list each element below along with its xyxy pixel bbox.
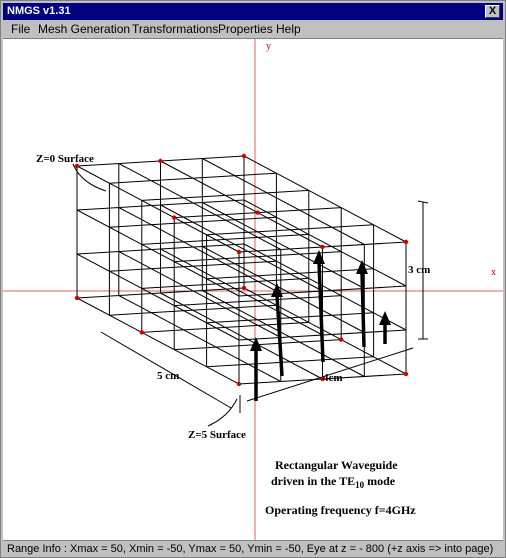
z0-leader-line [72, 163, 107, 192]
mesh-node [74, 295, 80, 301]
mesh-node [172, 215, 177, 220]
caption-line-2: driven in the TE10 mode [271, 474, 396, 490]
y-axis-label: y [266, 41, 271, 52]
field-arrow-head [379, 311, 391, 325]
mesh-node [158, 158, 163, 164]
menu-bar: File Mesh Generation Transformations Pro… [3, 20, 503, 38]
mesh-view: y x Z=0 Surface Z=5 Surface 5 cm 4cm 3 c… [3, 39, 503, 540]
caption-line-1: Rectangular Waveguide [275, 458, 398, 472]
caption-line-2-pre: driven in the TE [271, 474, 355, 488]
height-dimension-label: 3 cm [408, 264, 430, 276]
field-arrow-head [356, 260, 368, 274]
mesh-node [403, 371, 409, 377]
mesh-node [255, 210, 260, 215]
app-window: NMGS v1.31 X File Mesh Generation Transf… [0, 0, 506, 558]
status-bar: Range Info : Xmax = 50, Xmin = -50, Ymax… [3, 540, 503, 556]
mesh-node [339, 337, 344, 342]
mesh-node [403, 239, 409, 245]
window-title: NMGS v1.31 [7, 5, 71, 17]
caption-line-3: Operating frequency f=4GHz [265, 503, 416, 517]
waveguide-mesh [76, 155, 407, 385]
z5-surface-label: Z=5 Surface [188, 429, 246, 441]
width-dimension-label: 5 cm [157, 370, 179, 382]
menu-help[interactable]: Help [276, 22, 301, 36]
title-bar[interactable]: NMGS v1.31 X [3, 3, 503, 20]
mesh-node [139, 330, 144, 335]
mesh-node [236, 249, 242, 255]
menu-file[interactable]: File [11, 22, 30, 36]
menu-transformations[interactable]: Transformations [132, 22, 218, 36]
coordinate-axes [3, 39, 503, 540]
z0-surface-label: Z=0 Surface [36, 153, 94, 165]
close-button[interactable]: X [485, 5, 500, 18]
field-arrow [360, 271, 366, 348]
drawing-canvas[interactable]: y x Z=0 Surface Z=5 Surface 5 cm 4cm 3 c… [3, 38, 503, 540]
mesh-node [236, 381, 242, 387]
menu-mesh-generation[interactable]: Mesh Generation [38, 22, 130, 36]
mesh-node [241, 153, 247, 159]
mesh-node [241, 285, 247, 291]
menu-properties[interactable]: Properties [218, 22, 273, 36]
x-axis-label: x [491, 267, 496, 278]
caption-line-2-post: mode [364, 474, 396, 488]
field-arrow-head [313, 250, 325, 264]
mesh-line [243, 155, 407, 243]
mesh-node [320, 244, 325, 250]
length-dimension-label: 4cm [323, 372, 343, 384]
